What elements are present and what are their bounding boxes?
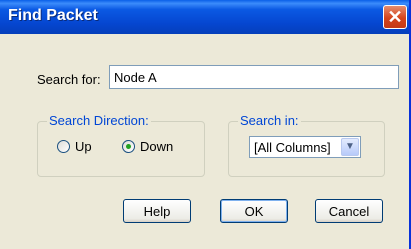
dialog-title: Find Packet xyxy=(8,7,98,24)
radio-up[interactable]: Up xyxy=(57,139,92,154)
cancel-button[interactable]: Cancel xyxy=(315,199,383,223)
search-in-select[interactable]: [All Columns] ▼ xyxy=(249,136,361,158)
radio-down[interactable]: Down xyxy=(122,139,173,154)
radio-selected-dot xyxy=(126,144,131,149)
search-in-legend: Search in: xyxy=(238,113,301,128)
search-for-label: Search for: xyxy=(37,72,101,87)
ok-button[interactable]: OK xyxy=(220,199,288,223)
search-in-value: [All Columns] xyxy=(254,140,331,155)
title-bar[interactable]: Find Packet ✕ xyxy=(0,0,409,34)
find-packet-dialog: Find Packet ✕ Search for: Search Directi… xyxy=(0,0,411,249)
search-direction-group: Search Direction: Up Down xyxy=(37,113,205,177)
radio-down-circle[interactable] xyxy=(122,140,135,153)
search-input[interactable] xyxy=(109,65,399,89)
chevron-down-icon[interactable]: ▼ xyxy=(341,138,359,156)
radio-up-circle[interactable] xyxy=(57,140,70,153)
help-button[interactable]: Help xyxy=(123,199,191,223)
radio-up-label: Up xyxy=(75,139,92,154)
close-icon: ✕ xyxy=(387,7,403,27)
search-in-group: Search in: [All Columns] ▼ xyxy=(228,113,385,177)
search-direction-legend: Search Direction: xyxy=(47,113,151,128)
close-button[interactable]: ✕ xyxy=(383,5,407,29)
radio-down-label: Down xyxy=(140,139,174,154)
